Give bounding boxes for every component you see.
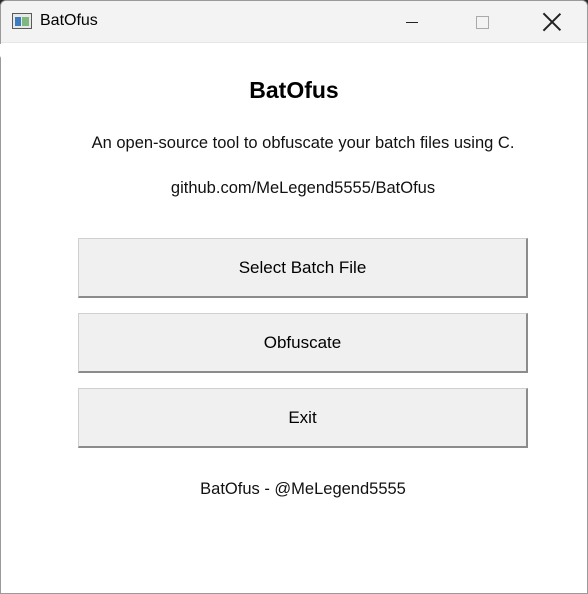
close-icon xyxy=(543,13,561,31)
description-label: An open-source tool to obfuscate your ba… xyxy=(91,134,515,152)
title-bar[interactable]: BatOfus xyxy=(1,1,587,43)
obfuscate-button[interactable]: Obfuscate xyxy=(78,313,528,373)
mouse-cursor-icon xyxy=(0,44,7,58)
app-heading: BatOfus xyxy=(249,77,339,103)
minimize-icon xyxy=(406,21,418,23)
close-button[interactable] xyxy=(529,1,575,43)
minimize-button[interactable] xyxy=(389,1,435,43)
footer-credit-label: BatOfus - @MeLegend5555 xyxy=(200,480,406,498)
exit-button[interactable]: Exit xyxy=(78,388,528,448)
maximize-icon xyxy=(475,15,489,29)
maximize-button[interactable] xyxy=(459,1,505,43)
app-window: BatOfus BatOfus An open-source tool to o… xyxy=(0,0,588,594)
repo-link-label: github.com/MeLegend5555/BatOfus xyxy=(170,179,436,197)
window-title: BatOfus xyxy=(40,12,98,29)
select-batch-file-button[interactable]: Select Batch File xyxy=(78,238,528,298)
app-window-icon xyxy=(12,13,32,29)
